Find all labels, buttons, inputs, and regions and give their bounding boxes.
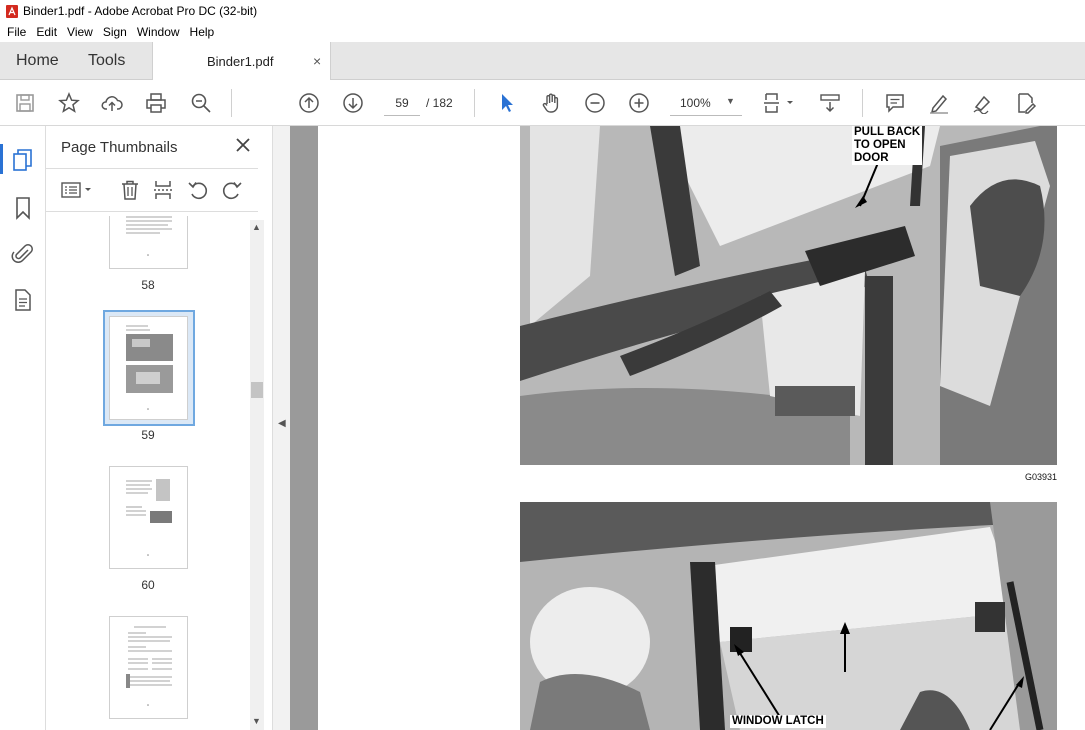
insert-page-icon[interactable] [152,179,174,201]
callout-line: DOOR [854,152,889,164]
photo-window-latch [520,502,1057,730]
page-display-icon[interactable] [763,91,797,115]
page-total: / 182 [426,96,453,110]
page-number-input[interactable]: 59 [384,90,420,116]
page-thumbnails-icon[interactable] [11,148,35,172]
draw-sign-icon[interactable] [971,91,995,115]
active-rail-indicator [0,144,3,174]
thumbnail-preview [126,325,173,410]
tab-document[interactable]: Binder1.pdf × [152,42,331,81]
window-title: Binder1.pdf - Adobe Acrobat Pro DC (32-b… [23,4,258,18]
save-icon[interactable] [13,91,37,115]
menu-sign[interactable]: Sign [98,25,132,39]
star-icon[interactable] [57,91,81,115]
toolbar-separator [474,89,475,117]
bookmark-icon[interactable] [11,196,35,220]
zoom-value: 100% [680,96,711,110]
menu-edit[interactable]: Edit [31,25,62,39]
menu-view[interactable]: View [62,25,98,39]
panel-title: Page Thumbnails [61,139,178,156]
thumbnail-toolbar [46,168,258,212]
pdf-page: PULL BACK TO OPEN DOOR G03931 WINDOW LAT… [318,126,1085,730]
highlight-pen-icon[interactable] [927,91,951,115]
thumbnail-preview [126,626,172,706]
rotate-counterclockwise-icon[interactable] [187,179,209,201]
zoom-select[interactable]: 100% ▼ [670,90,742,116]
thumbnail-preview [126,216,172,256]
cloud-upload-icon[interactable] [100,91,124,115]
title-bar: Binder1.pdf - Adobe Acrobat Pro DC (32-b… [0,0,1085,22]
attachment-icon[interactable] [11,242,35,266]
thumbnail-page-selected[interactable] [109,316,188,420]
hand-tool-icon[interactable] [539,91,563,115]
menu-file[interactable]: File [2,25,31,39]
scrollbar-thumb[interactable] [251,382,263,398]
callout-pull-back: PULL BACK TO OPEN DOOR [852,126,923,165]
previous-page-icon[interactable] [297,91,321,115]
acrobat-app-icon [6,4,18,18]
close-tab-icon[interactable]: × [313,53,321,69]
menu-bar: File Edit View Sign Window Help [0,22,1085,42]
callout-window-latch: WINDOW LATCH [730,715,826,728]
document-tab-label: Binder1.pdf [207,54,274,69]
callout-line: PULL BACK [854,126,921,138]
menu-window[interactable]: Window [132,25,185,39]
zoom-in-icon[interactable] [627,91,651,115]
zoom-out-icon[interactable] [583,91,607,115]
thumbnail-label: 60 [141,578,155,592]
photo-cab-door [520,126,1057,465]
document-viewer[interactable]: PULL BACK TO OPEN DOOR G03931 WINDOW LAT… [290,126,1085,730]
tab-tools[interactable]: Tools [88,42,125,80]
page-thumbnails-panel: Page Thumbnails 58 59 60 ▲ ▼ [46,126,272,730]
toolbar [0,80,1085,126]
panel-collapse-handle[interactable]: ◀ [272,126,290,730]
document-properties-icon[interactable] [11,288,35,312]
callout-line: TO OPEN [854,139,906,151]
scroll-down-icon[interactable]: ▼ [252,716,261,726]
next-page-icon[interactable] [341,91,365,115]
scroll-mode-icon[interactable] [818,91,842,115]
chevron-down-icon: ▼ [726,96,735,106]
menu-help[interactable]: Help [185,25,220,39]
toolbar-separator [862,89,863,117]
navigation-rail [0,126,46,730]
thumbnail-scrollbar[interactable]: ▲ ▼ [250,220,264,730]
tab-bar: Home Tools Binder1.pdf × [0,42,1085,81]
rotate-clockwise-icon[interactable] [221,179,243,201]
print-icon[interactable] [144,91,168,115]
tab-home[interactable]: Home [16,42,59,80]
thumbnail-label: 59 [141,428,155,442]
thumbnail-options-icon[interactable] [60,179,94,201]
chevron-left-icon: ◀ [278,418,286,429]
thumbnail-label: 58 [141,278,155,292]
close-panel-icon[interactable] [234,136,252,154]
scroll-up-icon[interactable]: ▲ [252,222,261,232]
thumbnail-preview [126,479,172,556]
zoom-search-icon[interactable] [189,91,213,115]
select-cursor-icon[interactable] [495,91,519,115]
thumbnail-list: 58 59 60 [46,216,250,730]
edit-document-icon[interactable] [1014,91,1038,115]
comment-icon[interactable] [883,91,907,115]
thumbnail-page[interactable] [109,216,188,269]
toolbar-separator [231,89,232,117]
figure-code: G03931 [1025,472,1058,482]
thumbnail-page[interactable] [109,466,188,569]
thumbnail-page[interactable] [109,616,188,719]
delete-page-icon[interactable] [119,179,141,201]
